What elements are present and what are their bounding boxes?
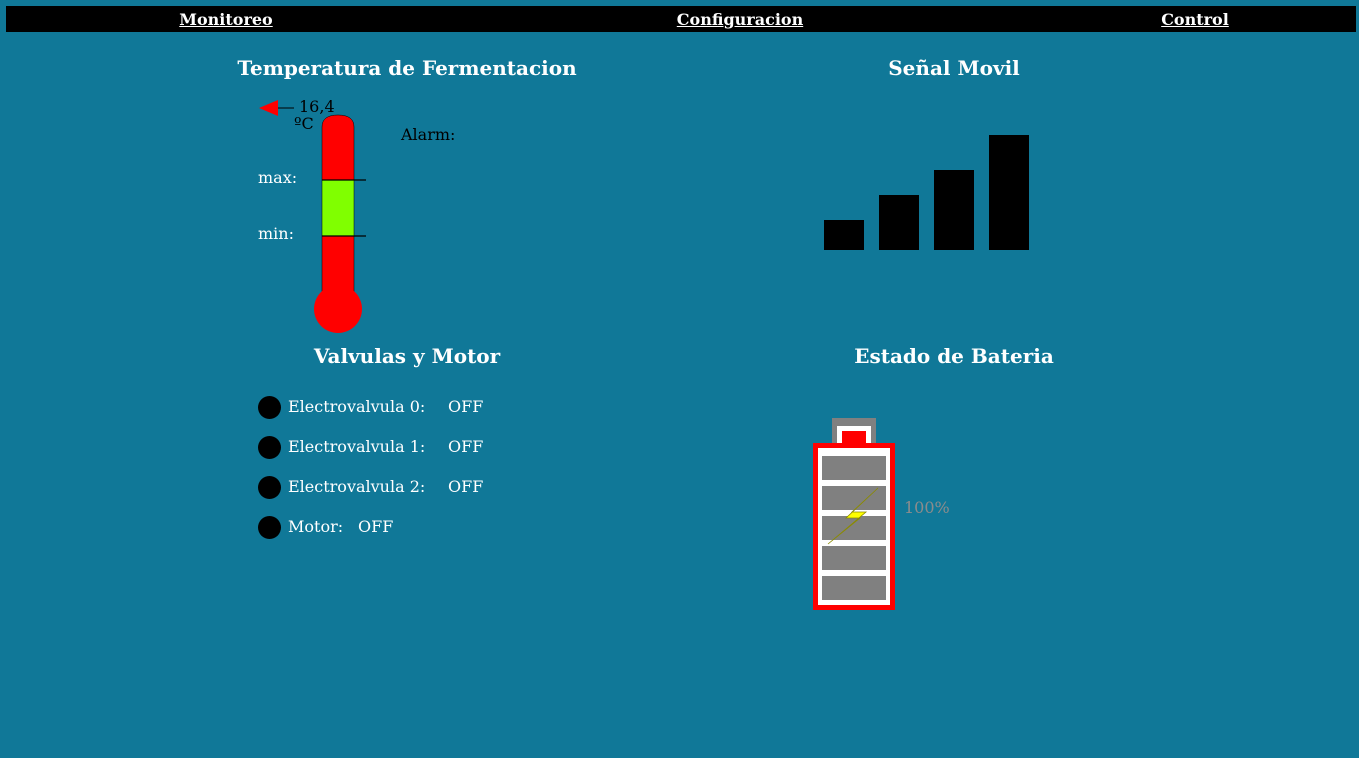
- min-label: min:: [258, 224, 294, 243]
- device-name: Electrovalvula 1:: [288, 437, 426, 456]
- alarm-label: Alarm:: [401, 125, 456, 144]
- signal-section-title: Señal Movil: [888, 56, 1020, 80]
- device-state: OFF: [448, 437, 484, 456]
- nav-link-configuracion[interactable]: Configuracion: [677, 10, 803, 29]
- temperature-pointer-icon: [259, 100, 294, 116]
- battery-cell: [822, 456, 886, 480]
- signal-bars-icon: [824, 135, 1029, 250]
- status-led-icon: [258, 396, 281, 419]
- battery-cell: [822, 546, 886, 570]
- battery-icon: [813, 418, 895, 610]
- signal-bar-4: [989, 135, 1029, 250]
- thermometer-icon: [314, 114, 366, 333]
- status-led-icon: [258, 476, 281, 499]
- battery-section-title: Estado de Bateria: [854, 344, 1054, 368]
- temperature-section-title: Temperatura de Fermentacion: [237, 56, 577, 80]
- signal-bar-3: [934, 170, 974, 250]
- device-state: OFF: [358, 517, 394, 536]
- status-led-icon: [258, 436, 281, 459]
- device-name: Electrovalvula 2:: [288, 477, 426, 496]
- nav-link-control[interactable]: Control: [1161, 10, 1229, 29]
- thermometer-range-band: [321, 179, 355, 237]
- device-state: OFF: [448, 397, 484, 416]
- battery-cell: [822, 516, 886, 540]
- status-led-icon: [258, 516, 281, 539]
- device-name: Electrovalvula 0:: [288, 397, 426, 416]
- device-state: OFF: [448, 477, 484, 496]
- valves-section-title: Valvulas y Motor: [313, 344, 501, 368]
- signal-bar-1: [824, 220, 864, 250]
- battery-percent: 100%: [904, 498, 950, 517]
- signal-bar-2: [879, 195, 919, 250]
- battery-cell: [822, 576, 886, 600]
- top-navbar: Monitoreo Configuracion Control: [6, 6, 1356, 32]
- nav-link-monitoreo[interactable]: Monitoreo: [179, 10, 272, 29]
- max-label: max:: [258, 168, 298, 187]
- device-name: Motor:: [288, 517, 344, 536]
